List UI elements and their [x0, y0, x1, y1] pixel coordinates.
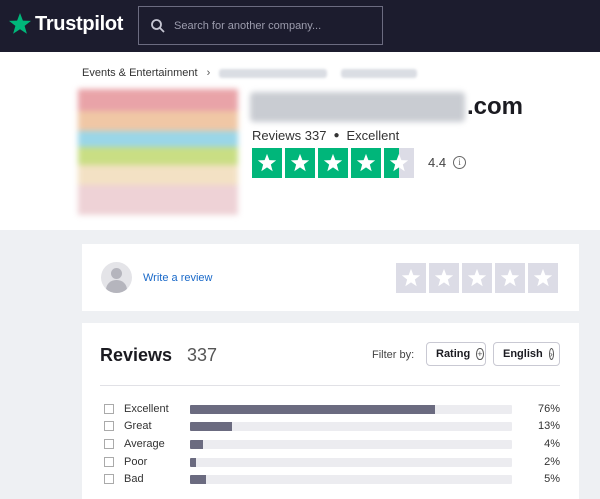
logo-text: Trustpilot: [35, 12, 124, 35]
half-star-icon: [384, 148, 414, 178]
rating-bar-fill: [190, 440, 203, 449]
rating-bar: [190, 422, 512, 431]
plus-circle-icon: +: [476, 348, 484, 360]
empty-star-icon[interactable]: [396, 263, 426, 293]
rating-bar-fill: [190, 405, 435, 414]
empty-star-icon[interactable]: [462, 263, 492, 293]
reviews-count: 337: [187, 345, 218, 365]
empty-star-icon[interactable]: [429, 263, 459, 293]
trustpilot-logo[interactable]: Trustpilot: [8, 12, 123, 36]
chevron-right-circle-icon: ›: [548, 348, 554, 360]
rating-bar: [190, 405, 512, 414]
review-summary-line: Reviews 337 ● Excellent: [252, 128, 399, 143]
rating-row-excellent[interactable]: Excellent 76%: [104, 402, 560, 416]
divider: [100, 385, 560, 386]
star-icon: [9, 13, 31, 34]
rating-percent: 13%: [537, 420, 560, 432]
reviews-title: Reviews: [100, 345, 173, 365]
rating-percent: 76%: [537, 403, 560, 415]
search-icon: [151, 18, 165, 33]
rating-row-poor[interactable]: Poor 2%: [104, 455, 560, 469]
rating-bar-fill: [190, 475, 207, 484]
avatar: [101, 262, 132, 293]
rate-stars[interactable]: [396, 263, 561, 293]
rating-checkbox[interactable]: [104, 439, 114, 449]
rating-label: Average: [124, 438, 165, 450]
rating-percent: 4%: [544, 438, 560, 450]
rating-label: Great: [124, 420, 152, 432]
rating-word: Excellent: [346, 128, 400, 143]
rating-bar-fill: [190, 458, 197, 467]
bullet-separator: ●: [333, 130, 340, 141]
write-review-link[interactable]: Write a review: [143, 272, 212, 284]
rating-percent: 5%: [544, 473, 560, 485]
chevron-right-icon: ›: [206, 67, 211, 79]
breadcrumb-subcategory-redacted[interactable]: [219, 68, 328, 78]
breadcrumb-category[interactable]: Events & Entertainment: [82, 67, 198, 79]
company-domain: .com: [250, 92, 523, 122]
empty-star-icon[interactable]: [495, 263, 525, 293]
breadcrumb: Events & Entertainment ›: [82, 67, 418, 79]
rating-bar: [190, 440, 512, 449]
reviews-summary-card: Reviews 337 Filter by: Rating + English …: [82, 323, 579, 499]
write-review-card: Write a review: [82, 244, 579, 311]
rating-checkbox[interactable]: [104, 421, 114, 431]
language-filter-label: English: [503, 348, 543, 360]
score-value: 4.4: [428, 155, 447, 170]
info-icon[interactable]: i: [453, 156, 467, 169]
search-box[interactable]: [138, 6, 383, 45]
trust-stars: [252, 148, 417, 178]
rating-bar-fill: [190, 422, 232, 431]
search-input[interactable]: [174, 19, 374, 32]
rating-filter-button[interactable]: Rating +: [426, 342, 486, 366]
trust-score: 4.4 i: [428, 155, 467, 170]
rating-filter-label: Rating: [436, 348, 471, 360]
domain-suffix: .com: [467, 93, 524, 120]
rating-bar: [190, 475, 512, 484]
rating-row-average[interactable]: Average 4%: [104, 437, 560, 451]
rating-label: Poor: [124, 456, 148, 468]
rating-checkbox[interactable]: [104, 404, 114, 414]
language-filter-button[interactable]: English ›: [493, 342, 560, 366]
rating-label: Bad: [124, 473, 144, 485]
top-header: Trustpilot: [0, 0, 600, 52]
filter-label: Filter by:: [372, 349, 415, 361]
rating-bar: [190, 458, 512, 467]
star-icon: [285, 148, 315, 178]
rating-checkbox[interactable]: [104, 457, 114, 467]
rating-label: Excellent: [124, 403, 169, 415]
breadcrumb-item-redacted[interactable]: [341, 68, 418, 78]
rating-checkbox[interactable]: [104, 474, 114, 484]
star-icon: [351, 148, 381, 178]
star-icon: [252, 148, 282, 178]
company-header: Events & Entertainment › .com Reviews 33…: [0, 52, 600, 230]
company-name-redacted: [250, 92, 465, 122]
rating-row-great[interactable]: Great 13%: [104, 419, 560, 433]
empty-star-icon[interactable]: [528, 263, 558, 293]
company-photo-redacted: [78, 89, 238, 215]
rating-row-bad[interactable]: Bad 5%: [104, 472, 560, 486]
reviews-count-label: Reviews 337: [252, 128, 327, 143]
rating-percent: 2%: [544, 456, 560, 468]
star-icon: [318, 148, 348, 178]
